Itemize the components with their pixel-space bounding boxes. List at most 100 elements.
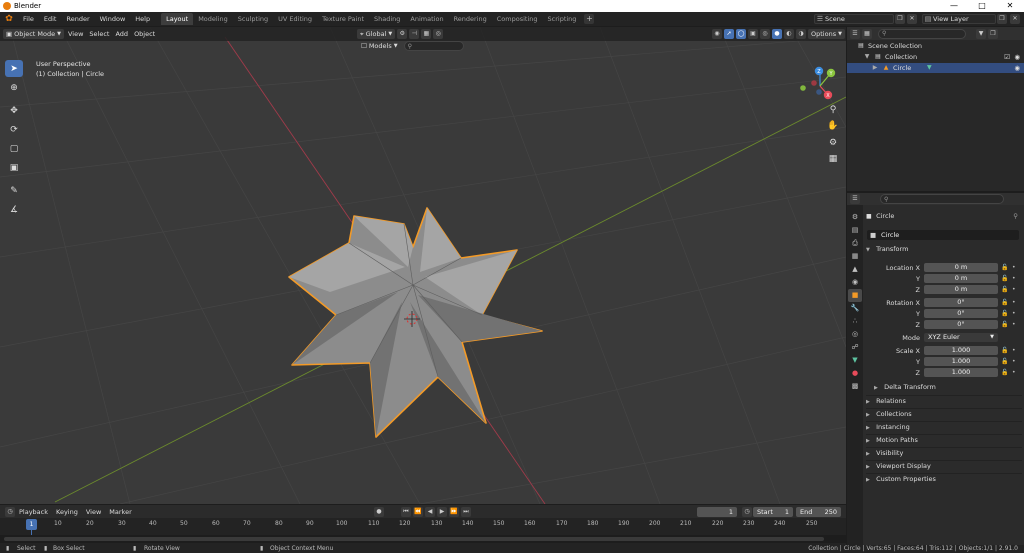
world-tab-icon[interactable]: ◉ — [848, 276, 862, 289]
timeline-menu-view[interactable]: View — [82, 508, 105, 516]
tab-compositing[interactable]: Compositing — [492, 13, 543, 25]
timeline-menu-playback[interactable]: Playback — [15, 508, 52, 516]
location-z-field[interactable]: 0 m — [924, 285, 998, 294]
outliner-collection[interactable]: ▼ ▤ Collection ☑ ◉ — [847, 52, 1024, 62]
keyframe-dot-icon[interactable]: • — [1012, 263, 1016, 273]
pin-icon[interactable]: ⚲ — [1013, 211, 1018, 222]
tool-tab-icon[interactable]: ⚙ — [848, 211, 862, 224]
measure-tool-icon[interactable]: ∡ — [5, 201, 23, 218]
output-tab-icon[interactable]: ⎙ — [848, 237, 862, 250]
tab-texture-paint[interactable]: Texture Paint — [317, 13, 369, 25]
scale-tool-icon[interactable]: ▢ — [5, 140, 23, 157]
options-button[interactable]: Options ▼ — [808, 29, 845, 39]
lock-icon[interactable]: 🔓 — [1001, 357, 1008, 367]
end-frame-field[interactable]: End 250 — [796, 507, 841, 517]
select-tool-icon[interactable]: ➤ — [5, 60, 23, 77]
delete-scene-button[interactable]: ✕ — [907, 14, 917, 24]
viewport-menu-object[interactable]: Object — [132, 30, 159, 38]
maximize-button[interactable]: □ — [968, 0, 996, 12]
new-scene-button[interactable]: ❐ — [895, 14, 905, 24]
view-layer-selector[interactable]: ▤ View Layer — [922, 14, 996, 24]
new-collection-icon[interactable]: ❐ — [988, 28, 998, 39]
viewport-menu-view[interactable]: View — [64, 30, 87, 38]
rotation-y-field[interactable]: 0° — [924, 309, 998, 318]
add-workspace-button[interactable]: + — [584, 14, 595, 24]
timeline-menu-keying[interactable]: Keying — [52, 508, 82, 516]
playhead-frame-indicator[interactable]: 1 — [26, 519, 37, 530]
tab-modeling[interactable]: Modeling — [193, 13, 233, 25]
keyframe-dot-icon[interactable]: • — [1012, 285, 1016, 295]
keyframe-dot-icon[interactable]: • — [1012, 320, 1016, 330]
tab-uv-editing[interactable]: UV Editing — [273, 13, 317, 25]
tab-shading[interactable]: Shading — [369, 13, 405, 25]
motion-paths-panel-header[interactable]: ▶ Motion Paths — [866, 434, 1022, 445]
keyframe-dot-icon[interactable]: • — [1012, 309, 1016, 319]
clock-icon[interactable]: ◷ — [742, 507, 752, 517]
scene-selector[interactable]: ☰ Scene — [814, 14, 894, 24]
keyframe-dot-icon[interactable]: • — [1012, 346, 1016, 356]
filter-icon[interactable]: ▼ — [976, 28, 986, 39]
particles-tab-icon[interactable]: ∴ — [848, 315, 862, 328]
prev-keyframe-icon[interactable]: ⏪ — [413, 507, 423, 517]
render-tab-icon[interactable]: ▤ — [848, 224, 862, 237]
wireframe-shading-icon[interactable]: ◎ — [760, 29, 770, 39]
outliner-object-circle[interactable]: ▶ ▲ Circle ▼ ◉ — [847, 63, 1024, 73]
viewport-display-panel-header[interactable]: ▶ Viewport Display — [866, 460, 1022, 471]
record-button-icon[interactable]: ● — [374, 507, 384, 517]
blender-logo-icon[interactable]: ✿ — [4, 14, 14, 24]
material-shading-icon[interactable]: ◐ — [784, 29, 794, 39]
menu-render[interactable]: Render — [61, 12, 94, 26]
play-icon[interactable]: ▶ — [437, 507, 447, 517]
viewport-menu-select[interactable]: Select — [87, 30, 113, 38]
xray-toggle-icon[interactable]: ▣ — [748, 29, 758, 39]
location-y-field[interactable]: 0 m — [924, 274, 998, 283]
orientation-selector[interactable]: ⌖ Global ▼ — [357, 29, 396, 39]
display-mode-icon[interactable]: ▦ — [862, 28, 872, 39]
gizmo-toggle-icon[interactable]: ➚ — [724, 29, 734, 39]
snap-target-icon[interactable]: ▦ — [421, 29, 432, 39]
new-view-layer-button[interactable]: ❐ — [997, 14, 1007, 24]
pan-view-icon[interactable]: ✋ — [827, 120, 839, 132]
timeline-scrollbar[interactable] — [0, 535, 846, 543]
outliner-scene-collection[interactable]: ▤ Scene Collection — [847, 41, 1024, 51]
tab-rendering[interactable]: Rendering — [449, 13, 492, 25]
rotate-tool-icon[interactable]: ⟳ — [5, 121, 23, 138]
cursor-tool-icon[interactable]: ⊕ — [5, 79, 23, 96]
timeline-scrollbar-thumb[interactable] — [4, 537, 824, 541]
outliner-search-input[interactable]: ⚲ — [878, 28, 966, 39]
snap-icon[interactable]: ⊣ — [409, 29, 420, 39]
view-layer-tab-icon[interactable]: ▦ — [848, 250, 862, 263]
delete-view-layer-button[interactable]: ✕ — [1010, 14, 1020, 24]
instancing-panel-header[interactable]: ▶ Instancing — [866, 421, 1022, 432]
object-tab-icon[interactable]: ■ — [848, 289, 862, 302]
texture-tab-icon[interactable]: ▩ — [848, 380, 862, 393]
lock-icon[interactable]: 🔓 — [1001, 320, 1008, 330]
lock-icon[interactable]: 🔓 — [1001, 274, 1008, 284]
visibility-icon[interactable]: ◉ — [712, 29, 722, 39]
zoom-view-icon[interactable]: ⚲ — [827, 104, 839, 116]
visibility-panel-header[interactable]: ▶ Visibility — [866, 447, 1022, 458]
relations-panel-header[interactable]: ▶ Relations — [866, 395, 1022, 406]
rotation-z-field[interactable]: 0° — [924, 320, 998, 329]
tab-layout[interactable]: Layout — [161, 13, 194, 25]
keyframe-dot-icon[interactable]: • — [1012, 298, 1016, 308]
tab-animation[interactable]: Animation — [405, 13, 448, 25]
viewport-search-input[interactable]: ⚲ — [403, 41, 464, 51]
keyframe-dot-icon[interactable]: • — [1012, 274, 1016, 284]
mesh-data-tab-icon[interactable]: ▼ — [848, 354, 862, 367]
physics-tab-icon[interactable]: ◎ — [848, 328, 862, 341]
close-button[interactable]: ✕ — [996, 0, 1024, 12]
properties-editor-type-icon[interactable]: ☰ — [850, 194, 860, 204]
location-x-field[interactable]: 0 m — [924, 263, 998, 272]
modifier-tab-icon[interactable]: 🔧 — [848, 302, 862, 315]
viewport-menu-add[interactable]: Add — [113, 30, 132, 38]
transform-panel-header[interactable]: ▼ Transform — [866, 244, 1022, 255]
jump-start-icon[interactable]: ⏮ — [401, 507, 411, 517]
keyframe-dot-icon[interactable]: • — [1012, 357, 1016, 367]
delta-transform-header[interactable]: ▶ Delta Transform — [866, 382, 1022, 393]
minimize-button[interactable]: — — [940, 0, 968, 12]
move-tool-icon[interactable]: ✥ — [5, 102, 23, 119]
camera-view-icon[interactable]: ⚙ — [827, 137, 839, 149]
jump-end-icon[interactable]: ⏭ — [461, 507, 471, 517]
collections-panel-header[interactable]: ▶ Collections — [866, 408, 1022, 419]
